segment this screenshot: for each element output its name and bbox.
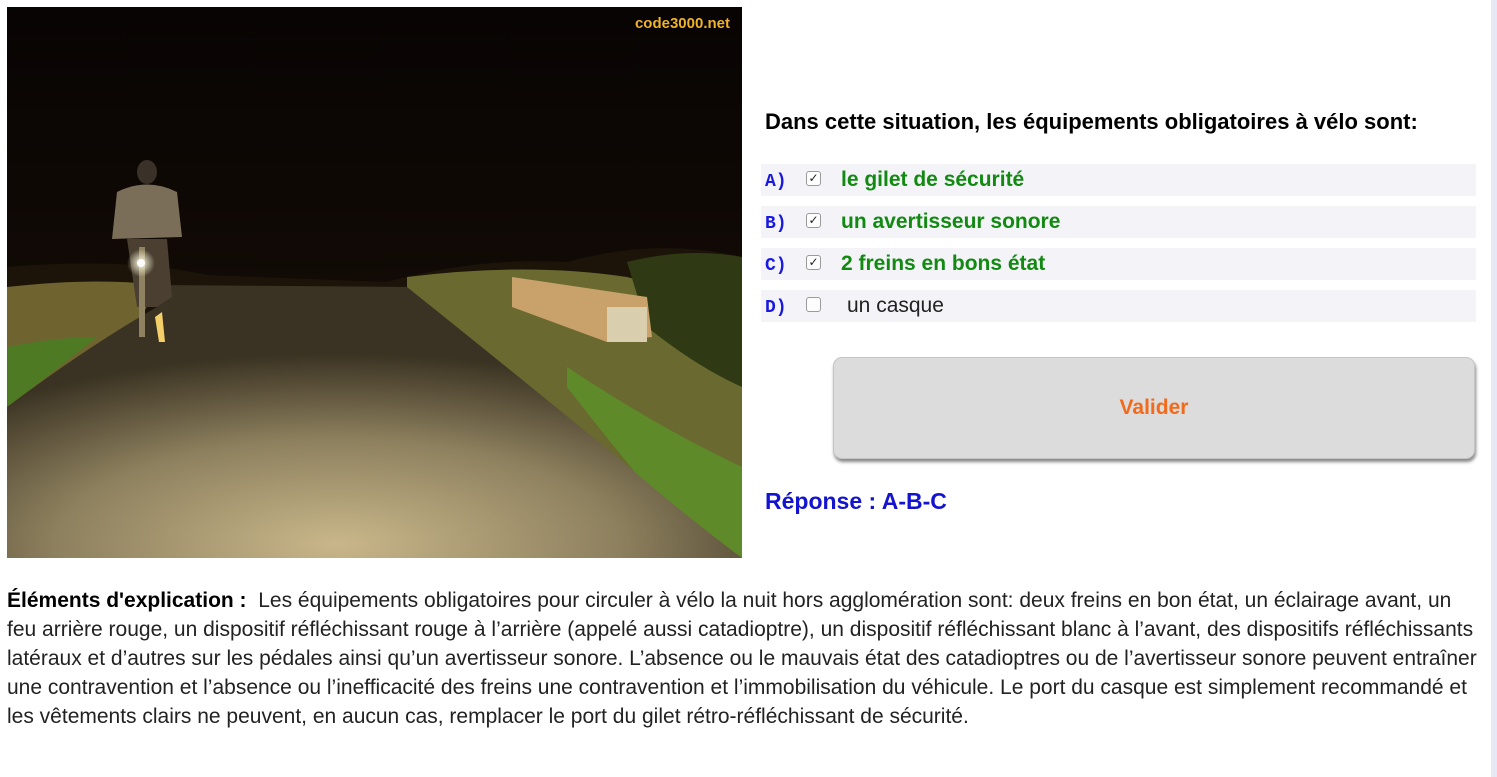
explanation-block: Éléments d'explication : Les équipements… (7, 586, 1482, 731)
page-scroll-edge (1491, 0, 1497, 777)
explanation-heading: Éléments d'explication : (7, 589, 247, 612)
option-letter: A) (765, 172, 787, 192)
option-label: un casque (847, 294, 944, 317)
validate-button[interactable]: Valider (833, 357, 1475, 459)
question-text: Dans cette situation, les équipements ob… (765, 109, 1418, 134)
question-photo: code3000.net (7, 7, 742, 558)
option-checkbox[interactable]: ✓ (806, 171, 821, 186)
option-c[interactable]: C) ✓ 2 freins en bons état (761, 248, 1476, 280)
option-checkbox[interactable] (806, 297, 821, 312)
option-d[interactable]: D) un casque (761, 290, 1476, 322)
night-road-scene (7, 7, 742, 558)
option-b[interactable]: B) ✓ un avertisseur sonore (761, 206, 1476, 238)
option-checkbox[interactable]: ✓ (806, 213, 821, 228)
option-label: le gilet de sécurité (841, 168, 1025, 191)
option-label: 2 freins en bons état (841, 252, 1046, 275)
option-letter: B) (765, 214, 787, 234)
option-letter: C) (765, 256, 787, 276)
watermark-text: code3000.net (634, 15, 730, 32)
option-label: un avertisseur sonore (841, 210, 1061, 233)
option-a[interactable]: A) ✓ le gilet de sécurité (761, 164, 1476, 196)
answer-text: Réponse : A-B-C (765, 488, 947, 514)
option-letter: D) (765, 298, 787, 318)
option-checkbox[interactable]: ✓ (806, 255, 821, 270)
